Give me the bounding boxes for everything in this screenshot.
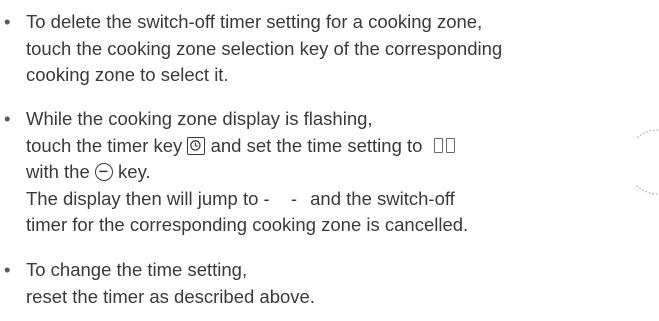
bullet: • [4, 108, 11, 129]
text-fragment: touch the timer key [26, 134, 183, 156]
dotted-arc-decoration [636, 129, 659, 195]
text-fragment: key. [118, 161, 151, 182]
text-line: To delete the switch-off timer setting f… [26, 11, 483, 32]
list-item-change-time: • To change the time setting, reset the … [0, 257, 659, 310]
bullet: • [4, 259, 11, 280]
dash-display-code: - - [263, 187, 305, 209]
text-fragment: and set the time setting to [210, 134, 423, 156]
instruction-page: • To delete the switch-off timer setting… [0, 0, 659, 321]
text-line: While the cooking zone display is flashi… [26, 108, 373, 129]
text-line: To change the time setting, [26, 259, 248, 280]
text-fragment: The display then will jump to [26, 187, 259, 209]
text-line: The display then will jump to - - and th… [26, 186, 659, 213]
text-line: timer for the corresponding cooking zone… [26, 214, 469, 235]
segment-digit [433, 137, 443, 153]
list-item-set-zero: • While the cooking zone display is flas… [0, 106, 659, 239]
list-item-delete-timer: • To delete the switch-off timer setting… [0, 9, 659, 89]
bullet: • [4, 11, 11, 32]
text-line: touch the cooking zone selection key of … [26, 37, 503, 59]
text-line: cooking zone to select it. [26, 64, 229, 85]
timer-key-icon [187, 136, 206, 155]
text-line: touch the timer key and set the time set… [26, 133, 659, 160]
segment-digit [445, 137, 455, 153]
text-line: reset the timer as described above. [26, 285, 315, 307]
double-zero-display-icon [433, 133, 458, 160]
text-line: with the key. [26, 159, 659, 186]
text-fragment: with the [26, 161, 90, 182]
text-fragment: and the switch-off [310, 187, 455, 209]
minus-key-icon [94, 163, 113, 181]
